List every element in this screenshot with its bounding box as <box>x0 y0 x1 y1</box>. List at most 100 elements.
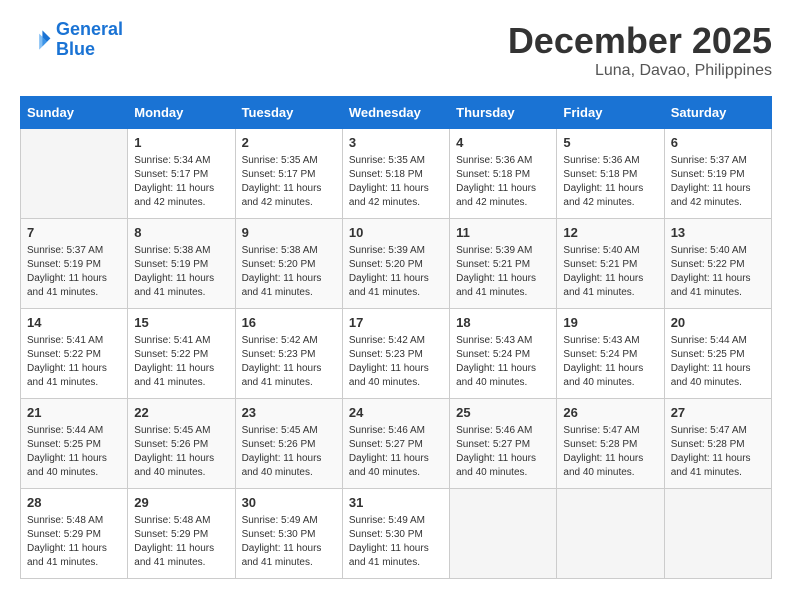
title-area: December 2025 Luna, Davao, Philippines <box>508 20 772 80</box>
day-info: Sunrise: 5:45 AM Sunset: 5:26 PM Dayligh… <box>242 424 336 480</box>
weekday-header-thursday: Thursday <box>450 97 557 129</box>
weekday-header-tuesday: Tuesday <box>235 97 342 129</box>
weekday-header-row: SundayMondayTuesdayWednesdayThursdayFrid… <box>21 97 772 129</box>
calendar-cell: 13 Sunrise: 5:40 AM Sunset: 5:22 PM Dayli… <box>664 219 771 309</box>
calendar-week-row: 14 Sunrise: 5:41 AM Sunset: 5:22 PM Dayli… <box>21 309 772 399</box>
calendar-cell: 21Sunrise: 5:44 AM Sunset: 5:25 PM Dayli… <box>21 399 128 489</box>
calendar-cell: 16Sunrise: 5:42 AM Sunset: 5:23 PM Dayli… <box>235 309 342 399</box>
day-info: Sunrise: 5:35 AM Sunset: 5:17 PM Dayligh… <box>242 154 336 210</box>
calendar-cell <box>664 489 771 579</box>
weekday-header-saturday: Saturday <box>664 97 771 129</box>
day-info: Sunrise: 5:47 AM Sunset: 5:28 PM Dayligh… <box>563 424 657 480</box>
day-number: 29 <box>134 495 228 510</box>
calendar-cell: 1Sunrise: 5:34 AM Sunset: 5:17 PM Daylig… <box>128 129 235 219</box>
day-info: Sunrise: 5:35 AM Sunset: 5:18 PM Dayligh… <box>349 154 443 210</box>
day-number: 5 <box>563 135 657 150</box>
day-number: 6 <box>671 135 765 150</box>
calendar-week-row: 21Sunrise: 5:44 AM Sunset: 5:25 PM Dayli… <box>21 399 772 489</box>
calendar-cell: 7 Sunrise: 5:37 AM Sunset: 5:19 PM Daylig… <box>21 219 128 309</box>
day-info: Sunrise: 5:36 AM Sunset: 5:18 PM Dayligh… <box>456 154 550 210</box>
logo-icon <box>20 24 52 56</box>
day-info: Sunrise: 5:48 AM Sunset: 5:29 PM Dayligh… <box>27 514 121 570</box>
day-info: Sunrise: 5:47 AM Sunset: 5:28 PM Dayligh… <box>671 424 765 480</box>
day-info: Sunrise: 5:49 AM Sunset: 5:30 PM Dayligh… <box>242 514 336 570</box>
calendar-cell: 12Sunrise: 5:40 AM Sunset: 5:21 PM Dayli… <box>557 219 664 309</box>
calendar-cell: 24 Sunrise: 5:46 AM Sunset: 5:27 PM Dayli… <box>342 399 449 489</box>
day-info: Sunrise: 5:49 AM Sunset: 5:30 PM Dayligh… <box>349 514 443 570</box>
calendar-cell: 11 Sunrise: 5:39 AM Sunset: 5:21 PM Dayli… <box>450 219 557 309</box>
weekday-header-friday: Friday <box>557 97 664 129</box>
day-number: 22 <box>134 405 228 420</box>
day-info: Sunrise: 5:45 AM Sunset: 5:26 PM Dayligh… <box>134 424 228 480</box>
calendar-cell: 23 Sunrise: 5:45 AM Sunset: 5:26 PM Dayli… <box>235 399 342 489</box>
calendar-cell: 8 Sunrise: 5:38 AM Sunset: 5:19 PM Daylig… <box>128 219 235 309</box>
calendar-cell: 28 Sunrise: 5:48 AM Sunset: 5:29 PM Dayli… <box>21 489 128 579</box>
day-info: Sunrise: 5:42 AM Sunset: 5:23 PM Dayligh… <box>349 334 443 390</box>
day-info: Sunrise: 5:46 AM Sunset: 5:27 PM Dayligh… <box>349 424 443 480</box>
day-info: Sunrise: 5:39 AM Sunset: 5:21 PM Dayligh… <box>456 244 550 300</box>
day-number: 7 <box>27 225 121 240</box>
calendar-cell: 14Sunrise: 5:41 AM Sunset: 5:22 PM Dayli… <box>21 309 128 399</box>
day-number: 10 <box>349 225 443 240</box>
day-info: Sunrise: 5:38 AM Sunset: 5:20 PM Dayligh… <box>242 244 336 300</box>
calendar-table: SundayMondayTuesdayWednesdayThursdayFrid… <box>20 96 772 579</box>
weekday-header-wednesday: Wednesday <box>342 97 449 129</box>
logo-text: General Blue <box>56 20 123 60</box>
day-info: Sunrise: 5:34 AM Sunset: 5:17 PM Dayligh… <box>134 154 228 210</box>
day-number: 31 <box>349 495 443 510</box>
calendar-cell: 26 Sunrise: 5:47 AM Sunset: 5:28 PM Dayli… <box>557 399 664 489</box>
day-number: 25 <box>456 405 550 420</box>
day-number: 14 <box>27 315 121 330</box>
day-info: Sunrise: 5:44 AM Sunset: 5:25 PM Dayligh… <box>671 334 765 390</box>
day-number: 9 <box>242 225 336 240</box>
calendar-cell: 30 Sunrise: 5:49 AM Sunset: 5:30 PM Dayli… <box>235 489 342 579</box>
calendar-cell: 9 Sunrise: 5:38 AM Sunset: 5:20 PM Daylig… <box>235 219 342 309</box>
day-number: 23 <box>242 405 336 420</box>
day-number: 24 <box>349 405 443 420</box>
day-info: Sunrise: 5:44 AM Sunset: 5:25 PM Dayligh… <box>27 424 121 480</box>
calendar-cell: 27Sunrise: 5:47 AM Sunset: 5:28 PM Dayli… <box>664 399 771 489</box>
day-info: Sunrise: 5:39 AM Sunset: 5:20 PM Dayligh… <box>349 244 443 300</box>
calendar-cell: 3 Sunrise: 5:35 AM Sunset: 5:18 PM Daylig… <box>342 129 449 219</box>
day-number: 19 <box>563 315 657 330</box>
logo-line1: General <box>56 19 123 39</box>
calendar-cell: 17 Sunrise: 5:42 AM Sunset: 5:23 PM Dayli… <box>342 309 449 399</box>
day-info: Sunrise: 5:41 AM Sunset: 5:22 PM Dayligh… <box>134 334 228 390</box>
day-number: 15 <box>134 315 228 330</box>
day-number: 13 <box>671 225 765 240</box>
day-number: 12 <box>563 225 657 240</box>
day-number: 2 <box>242 135 336 150</box>
day-info: Sunrise: 5:46 AM Sunset: 5:27 PM Dayligh… <box>456 424 550 480</box>
month-title: December 2025 <box>508 20 772 62</box>
header: General Blue December 2025 Luna, Davao, … <box>20 20 772 80</box>
location: Luna, Davao, Philippines <box>508 62 772 80</box>
day-info: Sunrise: 5:43 AM Sunset: 5:24 PM Dayligh… <box>456 334 550 390</box>
day-number: 4 <box>456 135 550 150</box>
day-info: Sunrise: 5:37 AM Sunset: 5:19 PM Dayligh… <box>27 244 121 300</box>
weekday-header-sunday: Sunday <box>21 97 128 129</box>
logo: General Blue <box>20 20 123 60</box>
day-info: Sunrise: 5:43 AM Sunset: 5:24 PM Dayligh… <box>563 334 657 390</box>
day-info: Sunrise: 5:38 AM Sunset: 5:19 PM Dayligh… <box>134 244 228 300</box>
day-info: Sunrise: 5:48 AM Sunset: 5:29 PM Dayligh… <box>134 514 228 570</box>
day-number: 28 <box>27 495 121 510</box>
day-number: 16 <box>242 315 336 330</box>
day-number: 26 <box>563 405 657 420</box>
day-number: 17 <box>349 315 443 330</box>
day-info: Sunrise: 5:36 AM Sunset: 5:18 PM Dayligh… <box>563 154 657 210</box>
day-number: 11 <box>456 225 550 240</box>
calendar-cell: 18 Sunrise: 5:43 AM Sunset: 5:24 PM Dayli… <box>450 309 557 399</box>
calendar-cell: 5 Sunrise: 5:36 AM Sunset: 5:18 PM Daylig… <box>557 129 664 219</box>
day-number: 8 <box>134 225 228 240</box>
day-info: Sunrise: 5:40 AM Sunset: 5:22 PM Dayligh… <box>671 244 765 300</box>
calendar-week-row: 1Sunrise: 5:34 AM Sunset: 5:17 PM Daylig… <box>21 129 772 219</box>
calendar-cell: 4 Sunrise: 5:36 AM Sunset: 5:18 PM Daylig… <box>450 129 557 219</box>
day-number: 18 <box>456 315 550 330</box>
day-number: 3 <box>349 135 443 150</box>
day-info: Sunrise: 5:37 AM Sunset: 5:19 PM Dayligh… <box>671 154 765 210</box>
calendar-cell: 2 Sunrise: 5:35 AM Sunset: 5:17 PM Daylig… <box>235 129 342 219</box>
calendar-cell: 29 Sunrise: 5:48 AM Sunset: 5:29 PM Dayli… <box>128 489 235 579</box>
calendar-cell: 31 Sunrise: 5:49 AM Sunset: 5:30 PM Dayli… <box>342 489 449 579</box>
day-number: 30 <box>242 495 336 510</box>
calendar-week-row: 7 Sunrise: 5:37 AM Sunset: 5:19 PM Daylig… <box>21 219 772 309</box>
